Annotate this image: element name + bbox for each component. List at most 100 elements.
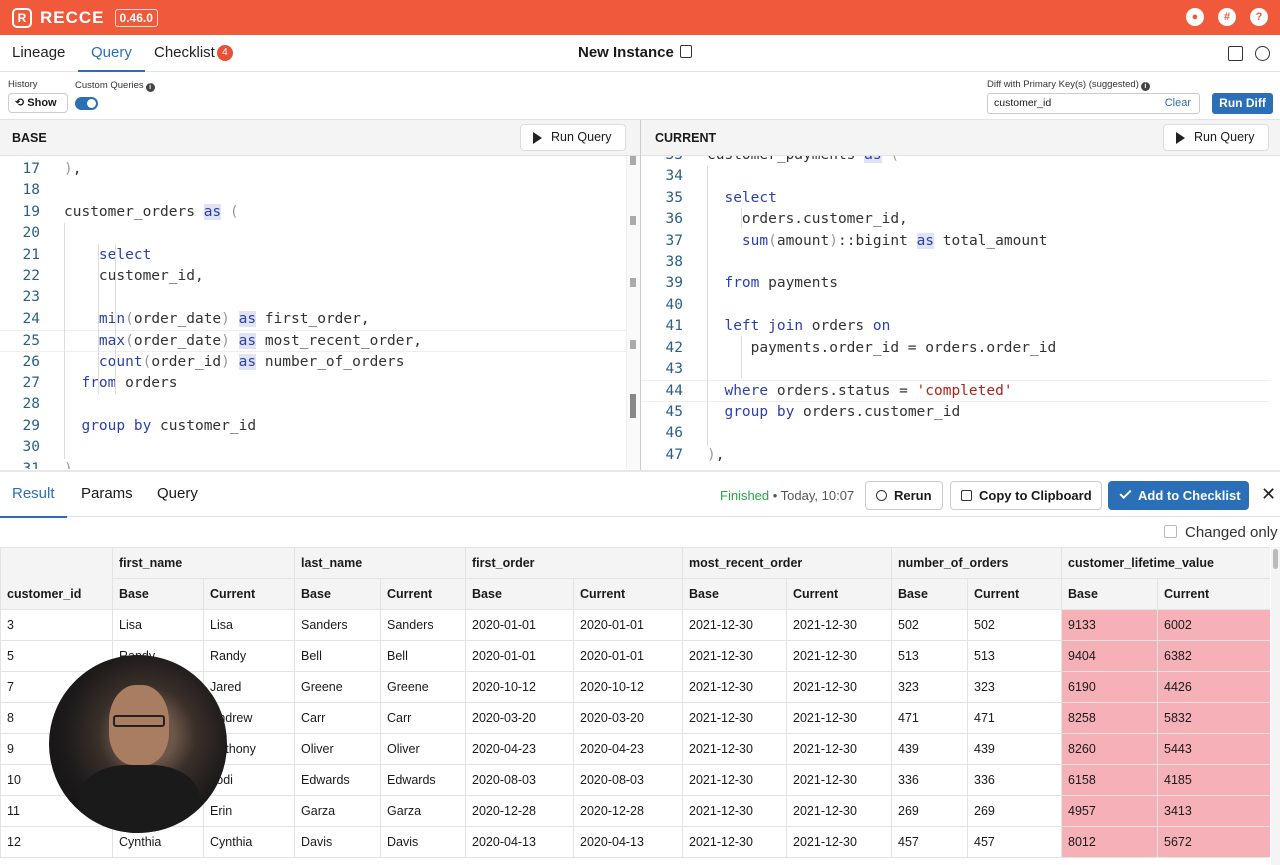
grid-scrollbar[interactable]	[1271, 547, 1280, 865]
table-cell: Edwards	[294, 764, 382, 796]
column-subheader[interactable]: Base	[1061, 578, 1159, 610]
column-subheader[interactable]: Base	[294, 578, 382, 610]
table-cell: 336	[891, 764, 969, 796]
line-number: 47	[665, 446, 683, 463]
column-subheader[interactable]: Current	[967, 578, 1063, 610]
github-icon[interactable]: ●	[1186, 8, 1204, 26]
help-icon[interactable]: ?	[1250, 8, 1268, 26]
copy-label: Copy to Clipboard	[979, 488, 1092, 503]
table-cell: 336	[967, 764, 1063, 796]
column-subheader[interactable]: Base	[891, 578, 969, 610]
base-code-line: 24 min(order_date) as first_order,	[0, 309, 626, 330]
base-code-line: 26 count(order_id) as number_of_orders	[0, 352, 626, 373]
info-icon[interactable]	[1255, 46, 1270, 61]
tab-checklist[interactable]: Checklist 4	[154, 35, 233, 72]
run-diff-button[interactable]: Run Diff	[1212, 93, 1273, 114]
close-icon[interactable]: ✕	[1261, 484, 1276, 505]
current-code-line: 35 select	[641, 188, 1270, 209]
tab-params[interactable]: Params	[69, 472, 145, 518]
current-code-line: 47),	[641, 445, 1270, 466]
column-header-customer-id[interactable]: customer_id	[0, 547, 113, 610]
history-icon: ⟲	[15, 97, 28, 109]
primary-key-value: customer_id	[994, 97, 1052, 109]
line-number: 39	[665, 275, 683, 292]
table-cell: 4957	[1061, 795, 1159, 827]
current-code-line: 33 customer_payments as (	[641, 156, 1270, 166]
save-icon[interactable]	[679, 45, 692, 58]
column-subheader[interactable]: Current	[202, 578, 296, 610]
line-number: 43	[665, 361, 683, 377]
column-group-header[interactable]: first_name	[111, 547, 296, 579]
current-run-query-button[interactable]: Run Query	[1163, 124, 1269, 151]
tab-query-text[interactable]: Query	[145, 472, 210, 518]
column-subheader[interactable]: Current	[573, 578, 684, 610]
table-cell: 2021-12-30	[786, 640, 893, 672]
base-code-line: 22 customer_id,	[0, 266, 626, 287]
table-cell: Edwards	[380, 764, 467, 796]
base-code-line: 17),	[0, 159, 626, 180]
history-show-button[interactable]: ⟲ Show	[8, 93, 68, 113]
exit-icon[interactable]	[1228, 46, 1243, 61]
table-cell: 2021-12-30	[682, 671, 788, 703]
base-code-line: 31),	[0, 459, 626, 469]
table-row[interactable]: 5RandyRandyBellBell2020-01-012020-01-012…	[0, 640, 1270, 672]
base-run-query-button[interactable]: Run Query	[520, 124, 626, 151]
add-to-checklist-button[interactable]: Add to Checklist	[1108, 481, 1249, 510]
column-group-header[interactable]: most_recent_order	[682, 547, 893, 579]
line-number: 18	[22, 182, 40, 199]
table-cell: 2020-12-28	[465, 795, 575, 827]
table-cell: 3413	[1157, 795, 1270, 827]
line-number: 33	[641, 156, 683, 166]
table-cell: 8258	[1061, 702, 1159, 734]
base-code-editor[interactable]: 17), 18 19 customer_orders as (20 21 select 2…	[0, 156, 626, 469]
table-cell: 6382	[1157, 640, 1270, 672]
instance-title-text: New Instance	[578, 44, 674, 61]
instance-title[interactable]: New Instance	[578, 44, 692, 61]
slack-icon[interactable]: #	[1218, 8, 1236, 26]
table-cell: 2021-12-30	[786, 826, 893, 858]
table-cell: 2021-12-30	[682, 795, 788, 827]
table-cell: 513	[891, 640, 969, 672]
table-cell: Lisa	[112, 609, 204, 641]
code-text: max(order_date) as most_recent_order,	[98, 333, 422, 350]
checkbox-icon[interactable]	[1164, 525, 1177, 538]
tab-result[interactable]: Result	[0, 472, 67, 518]
column-subheader[interactable]: Base	[682, 578, 788, 610]
column-subheader[interactable]: Current	[380, 578, 467, 610]
copy-clipboard-button[interactable]: Copy to Clipboard	[950, 481, 1102, 510]
table-cell: Oliver	[294, 733, 382, 765]
column-subheader[interactable]: Current	[786, 578, 893, 610]
table-cell: Garza	[380, 795, 467, 827]
code-text: payments.order_id = orders.order_id	[707, 339, 1057, 356]
table-cell: Erin	[202, 795, 296, 827]
changed-only-checkbox[interactable]: Changed only	[1164, 524, 1278, 541]
table-cell: 2021-12-30	[786, 795, 893, 827]
table-cell: 9404	[1061, 640, 1159, 672]
current-code-editor[interactable]: 33customer_payments as (3435 select36 or…	[641, 156, 1270, 469]
clear-button[interactable]: Clear	[1165, 94, 1191, 113]
table-cell: 2020-03-20	[573, 702, 684, 734]
column-group-header[interactable]: first_order	[465, 547, 684, 579]
play-icon	[1176, 132, 1185, 144]
custom-queries-label: Custom Queries i	[75, 80, 155, 92]
base-editor-scrollbar[interactable]	[626, 156, 640, 469]
custom-queries-toggle[interactable]	[75, 97, 98, 110]
line-number: 45	[665, 403, 683, 420]
column-subheader[interactable]: Current	[1157, 578, 1270, 610]
primary-key-input[interactable]: customer_id Clear	[987, 93, 1200, 114]
current-code-line: 36 orders.customer_id,	[641, 209, 1270, 230]
table-cell: 8260	[1061, 733, 1159, 765]
column-subheader[interactable]: Base	[112, 578, 204, 610]
table-row[interactable]: 3 Lisa Lisa Sanders Sanders 2020-01-01 2020-01…	[0, 609, 1270, 641]
table-cell: 9133	[1061, 609, 1159, 641]
column-group-header[interactable]: last_name	[294, 547, 467, 579]
tab-lineage[interactable]: Lineage	[12, 35, 65, 72]
info-icon: i	[145, 83, 155, 92]
info-icon: i	[1140, 82, 1150, 91]
tab-query[interactable]: Query	[78, 35, 145, 72]
table-cell: 4426	[1157, 671, 1270, 703]
column-group-header[interactable]: number_of_orders	[891, 547, 1063, 579]
column-group-header[interactable]: customer_lifetime_value	[1061, 547, 1270, 579]
column-subheader[interactable]: Base	[465, 578, 575, 610]
rerun-button[interactable]: Rerun	[865, 481, 943, 510]
